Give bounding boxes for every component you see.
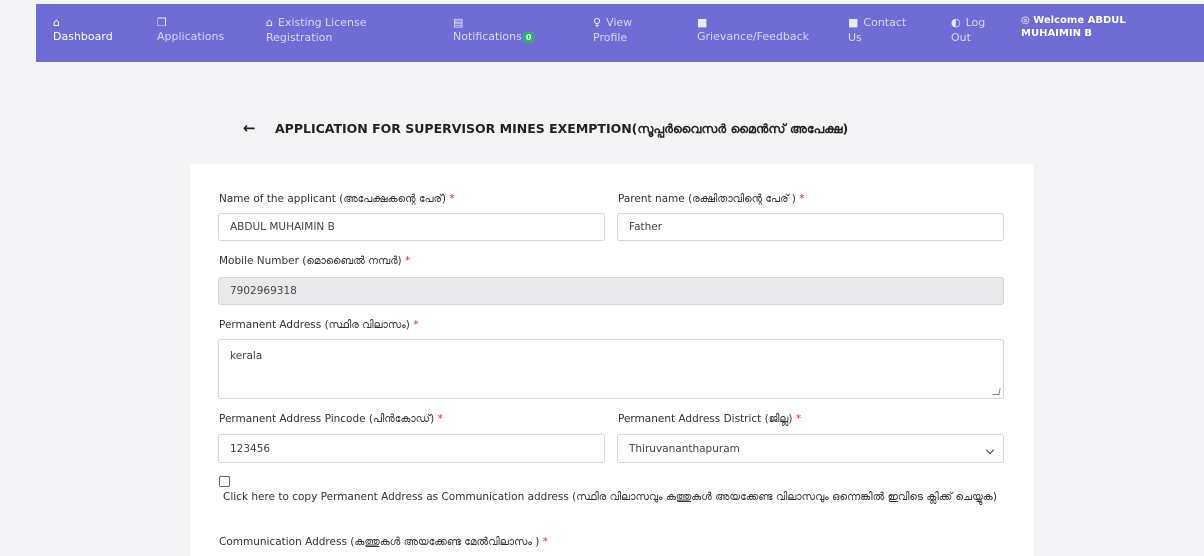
- mobile-number-value: 7902969318: [230, 285, 297, 297]
- nav-view-profile[interactable]: ♀ View Profile: [593, 15, 632, 45]
- mobile-number-label: Mobile Number (മൊബൈൽ നമ്പർ) *: [219, 255, 411, 267]
- pincode-input[interactable]: 123456: [218, 434, 605, 463]
- nav-contact-us-label-2: Us: [848, 31, 862, 44]
- feedback-icon: ■: [697, 16, 708, 29]
- copy-address-checkbox[interactable]: [219, 476, 230, 487]
- nav-notifications[interactable]: ▤ Notifications 0: [453, 15, 535, 44]
- nav-view-profile-label-2: Profile: [593, 31, 628, 44]
- required-marker: *: [413, 319, 419, 331]
- required-marker: *: [799, 193, 805, 205]
- nav-log-out-label-1: Log: [965, 16, 986, 29]
- nav-dashboard[interactable]: ⌂ Dashboard: [53, 15, 113, 44]
- parent-name-input[interactable]: Father: [617, 213, 1004, 241]
- nav-existing-license[interactable]: ⌂ Existing License Registration: [266, 15, 367, 45]
- welcome-label-2: MUHAIMIN B: [1021, 28, 1093, 39]
- notifications-icon: ▤: [453, 16, 464, 29]
- applications-icon: ❐: [157, 16, 167, 29]
- permanent-address-value: kerala: [230, 350, 263, 362]
- nav-notifications-label: Notifications: [453, 30, 522, 43]
- license-icon: ⌂: [266, 16, 273, 29]
- required-marker: *: [542, 536, 548, 548]
- nav-existing-license-label-2: Registration: [266, 31, 333, 44]
- applicant-name-value: ABDUL MUHAIMIN B: [230, 221, 335, 233]
- nav-existing-license-label-1: Existing License: [277, 16, 367, 29]
- notifications-count-badge: 0: [522, 31, 535, 43]
- nav-view-profile-label-1: View: [606, 16, 633, 29]
- nav-applications-label: Applications: [157, 30, 225, 43]
- nav-contact-us-label-1: Contact: [863, 16, 907, 29]
- parent-name-value: Father: [629, 221, 663, 233]
- user-circle-icon: ◎: [1021, 15, 1030, 26]
- nav-grievance-feedback[interactable]: ■ Grievance/Feedback: [697, 15, 809, 44]
- nav-contact-us[interactable]: ■ Contact Us: [848, 15, 906, 45]
- nav-applications[interactable]: ❐ Applications: [157, 15, 224, 44]
- user-icon: ♀: [593, 16, 602, 29]
- welcome-user[interactable]: ◎ Welcome ABDUL MUHAIMIN B: [1021, 14, 1141, 40]
- required-marker: *: [437, 413, 443, 425]
- district-select[interactable]: Thiruvananthapuram: [617, 434, 1004, 463]
- nav-log-out-label-2: Out: [951, 31, 971, 44]
- district-selected-value: Thiruvananthapuram: [629, 442, 740, 455]
- back-arrow-icon[interactable]: ←: [243, 119, 256, 137]
- home-icon: ⌂: [53, 16, 60, 29]
- chevron-down-icon: [985, 445, 995, 455]
- permanent-address-label: Permanent Address (സ്ഥിര വിലാസം) *: [219, 319, 419, 331]
- permanent-address-textarea[interactable]: kerala: [218, 339, 1004, 399]
- district-label: Permanent Address District (ജില്ല) *: [618, 413, 802, 425]
- pincode-label: Permanent Address Pincode (പിൻകോഡ്) *: [219, 413, 443, 425]
- contact-icon: ■: [848, 16, 859, 29]
- logout-icon: ◐: [951, 16, 961, 29]
- required-marker: *: [795, 413, 802, 425]
- page-title: APPLICATION FOR SUPERVISOR MINES EXEMPTI…: [275, 121, 849, 136]
- applicant-name-label: Name of the applicant (അപേക്ഷകന്റെ പേര്)…: [219, 193, 455, 205]
- resize-grip-icon[interactable]: [992, 388, 1001, 395]
- applicant-name-input[interactable]: ABDUL MUHAIMIN B: [218, 213, 605, 241]
- welcome-label-1: Welcome ABDUL: [1033, 15, 1126, 26]
- required-marker: *: [449, 193, 455, 205]
- nav-grievance-feedback-label: Grievance/Feedback: [697, 30, 809, 43]
- parent-name-label: Parent name (രക്ഷിതാവിന്റെ പേര് ) *: [618, 193, 805, 205]
- communication-address-label: Communication Address (കത്തുകൾ അയക്കേണ്ട…: [219, 536, 548, 548]
- nav-log-out[interactable]: ◐ Log Out: [951, 15, 985, 45]
- top-navbar: ⌂ Dashboard ❐ Applications ⌂ Existing Lic…: [36, 4, 1204, 62]
- copy-address-text: Click here to copy Permanent Address as …: [223, 491, 997, 503]
- mobile-number-input[interactable]: 7902969318: [218, 277, 1004, 305]
- required-marker: *: [404, 255, 411, 267]
- nav-dashboard-label: Dashboard: [53, 30, 113, 43]
- pincode-value: 123456: [230, 442, 271, 455]
